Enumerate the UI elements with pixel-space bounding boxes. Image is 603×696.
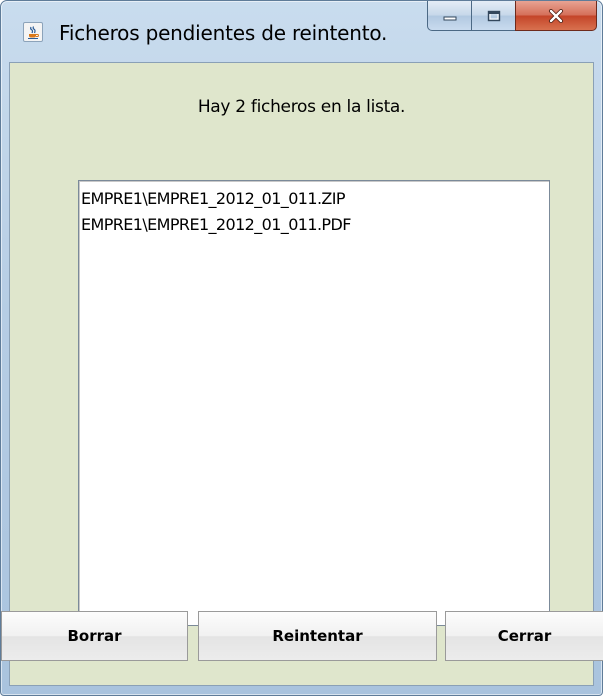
pending-files-list[interactable]: EMPRE1\EMPRE1_2012_01_011.ZIP EMPRE1\EMP… [78, 180, 550, 626]
dialog-content: Hay 2 ficheros en la lista. EMPRE1\EMPRE… [9, 62, 594, 686]
caption-buttons [427, 1, 597, 35]
list-item[interactable]: EMPRE1\EMPRE1_2012_01_011.PDF [79, 212, 549, 238]
minimize-icon [443, 16, 456, 20]
maximize-button[interactable] [471, 1, 515, 31]
window-title: Ficheros pendientes de reintento. [59, 21, 388, 45]
maximize-icon [487, 10, 500, 21]
java-coffee-cup-icon[interactable] [23, 22, 43, 42]
delete-button[interactable]: Borrar [1, 611, 188, 661]
close-window-button[interactable] [515, 1, 597, 31]
list-item[interactable]: EMPRE1\EMPRE1_2012_01_011.ZIP [79, 186, 549, 212]
file-count-label: Hay 2 ficheros en la lista. [197, 97, 406, 117]
retry-button[interactable]: Reintentar [198, 611, 437, 661]
close-button[interactable]: Cerrar [445, 611, 603, 661]
minimize-button[interactable] [427, 1, 471, 31]
title-bar[interactable]: Ficheros pendientes de reintento. [1, 1, 602, 61]
dialog-window: Ficheros pendientes de reintento. Hay 2 … [0, 0, 603, 696]
close-icon [549, 8, 563, 23]
